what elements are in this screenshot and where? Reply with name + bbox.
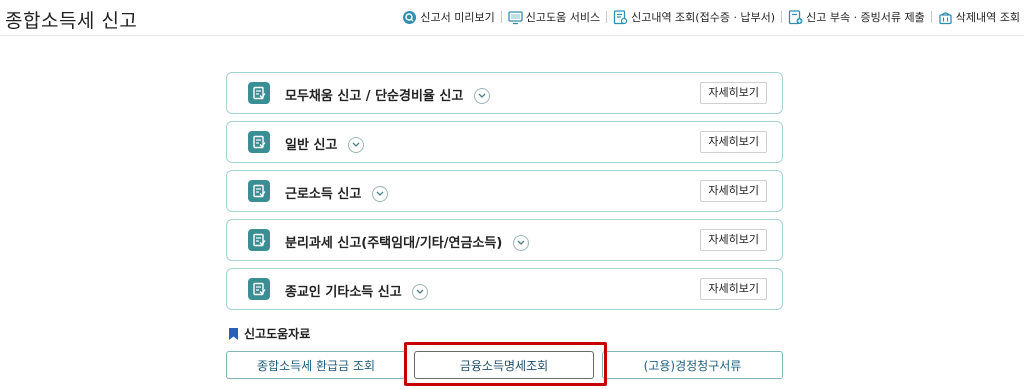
chevron-down-icon[interactable] (371, 185, 388, 202)
deleted-history-link-label: 삭제내역 조회 (955, 11, 1020, 24)
card-religious-income-filing[interactable]: 종교인 기타소득 신고 자세히보기 (226, 268, 783, 310)
correction-claim-docs-button[interactable]: (고용)경정청구서류 (602, 351, 783, 379)
card-title-text: 일반 신고 (285, 138, 338, 153)
document-icon (248, 131, 270, 153)
divider (930, 11, 932, 23)
attachment-link-label: 신고 부속 · 증빙서류 제출 (806, 11, 925, 24)
chevron-down-icon[interactable] (347, 136, 364, 153)
page-title: 종합소득세 신고 (5, 10, 138, 32)
help-service-link-label: 신고도움 서비스 (525, 11, 601, 24)
page-header: 종합소득세 신고 신고서 미리보기 신고도움 서비스 신고내역 조회(접수증 ·… (0, 0, 1024, 36)
document-upload-icon (788, 9, 803, 25)
chevron-down-icon[interactable] (473, 87, 490, 104)
bookmark-icon (229, 327, 238, 340)
view-details-button[interactable]: 자세히보기 (700, 180, 767, 202)
card-separate-taxation-filing[interactable]: 분리과세 신고(주택임대/기타/연금소득) 자세히보기 (226, 219, 783, 261)
view-details-button[interactable]: 자세히보기 (700, 82, 767, 104)
card-title: 분리과세 신고(주택임대/기타/연금소득) (285, 232, 529, 252)
document-search-icon (613, 9, 628, 25)
refund-inquiry-button[interactable]: 종합소득세 환급금 조회 (226, 351, 406, 379)
chevron-down-icon[interactable] (412, 283, 429, 300)
card-title-text: 분리과세 신고(주택임대/기타/연금소득) (285, 236, 503, 251)
card-title: 모두채움 신고 / 단순경비율 신고 (285, 85, 490, 105)
card-earned-income-filing[interactable]: 근로소득 신고 자세히보기 (226, 170, 783, 212)
document-icon (248, 229, 270, 251)
divider (781, 11, 783, 23)
chevron-down-icon[interactable] (512, 234, 529, 251)
card-title-text: 종교인 기타소득 신고 (285, 285, 402, 300)
preview-link[interactable]: 신고서 미리보기 (402, 9, 495, 25)
view-details-button[interactable]: 자세히보기 (700, 131, 767, 153)
card-title: 일반 신고 (285, 134, 364, 154)
top-links: 신고서 미리보기 신고도움 서비스 신고내역 조회(접수증 · 납부서) 신고 … (402, 9, 1020, 25)
card-title: 종교인 기타소득 신고 (285, 281, 429, 301)
preview-link-label: 신고서 미리보기 (420, 11, 495, 24)
help-materials-heading: 신고도움자료 (229, 325, 310, 342)
view-details-button[interactable]: 자세히보기 (700, 278, 767, 300)
card-title: 근로소득 신고 (285, 183, 388, 203)
financial-income-statement-button[interactable]: 금융소득명세조회 (414, 351, 594, 379)
document-icon (248, 180, 270, 202)
view-details-button[interactable]: 자세히보기 (700, 229, 767, 251)
trash-icon (938, 10, 953, 25)
document-icon (248, 82, 270, 104)
document-icon (248, 278, 270, 300)
card-general-filing[interactable]: 일반 신고 자세히보기 (226, 121, 783, 163)
divider (606, 11, 608, 23)
card-title-text: 모두채움 신고 / 단순경비율 신고 (285, 89, 464, 104)
deleted-history-link[interactable]: 삭제내역 조회 (938, 9, 1020, 25)
help-buttons: 종합소득세 환급금 조회 금융소득명세조회 (고용)경정청구서류 (226, 351, 783, 379)
card-easy-filing[interactable]: 모두채움 신고 / 단순경비율 신고 자세히보기 (226, 72, 783, 114)
monitor-icon (508, 10, 523, 25)
help-materials-heading-text: 신고도움자료 (244, 327, 311, 341)
history-link-label: 신고내역 조회(접수증 · 납부서) (631, 11, 776, 24)
filing-type-list: 모두채움 신고 / 단순경비율 신고 자세히보기 일반 신고 자세히보기 근로소… (226, 72, 783, 317)
history-link[interactable]: 신고내역 조회(접수증 · 납부서) (613, 9, 775, 25)
divider (500, 11, 502, 23)
attachment-link[interactable]: 신고 부속 · 증빙서류 제출 (788, 9, 925, 25)
help-service-link[interactable]: 신고도움 서비스 (508, 9, 600, 25)
card-title-text: 근로소득 신고 (285, 187, 362, 202)
magnifier-icon (402, 10, 417, 25)
